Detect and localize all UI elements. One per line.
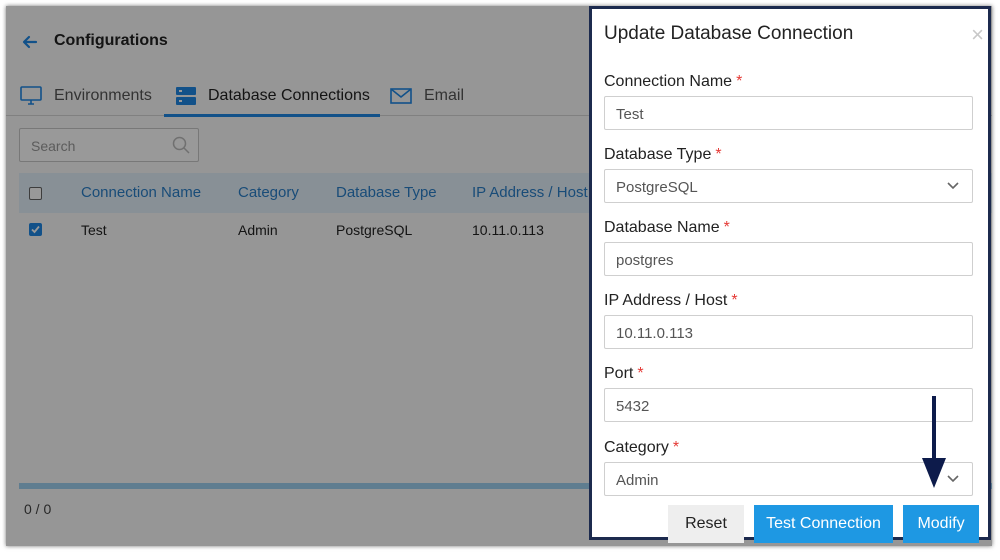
connection-name-label: Connection Name * <box>604 73 743 90</box>
database-name-label: Database Name * <box>604 219 730 236</box>
selected-value: Admin <box>616 472 659 489</box>
selected-value: PostgreSQL <box>616 179 698 196</box>
ip-address-label: IP Address / Host * <box>604 292 738 309</box>
ip-address-field[interactable]: 10.11.0.113 <box>604 315 973 349</box>
close-icon[interactable]: × <box>971 24 984 46</box>
dialog-footer: Reset Test Connection Modify <box>592 501 988 543</box>
category-label: Category * <box>604 439 680 456</box>
test-connection-button[interactable]: Test Connection <box>754 505 893 543</box>
connection-name-field[interactable]: Test <box>604 96 973 130</box>
modify-button[interactable]: Modify <box>903 505 979 543</box>
dialog-title: Update Database Connection <box>604 23 854 44</box>
database-type-label: Database Type * <box>604 146 722 163</box>
database-type-select[interactable]: PostgreSQL <box>604 169 973 203</box>
reset-button[interactable]: Reset <box>668 505 744 543</box>
port-label: Port * <box>604 365 644 382</box>
app-window: Configurations Environments Database Con… <box>6 6 992 546</box>
database-name-field[interactable]: postgres <box>604 242 973 276</box>
chevron-down-icon <box>947 182 959 190</box>
annotation-arrow-icon <box>922 396 946 488</box>
